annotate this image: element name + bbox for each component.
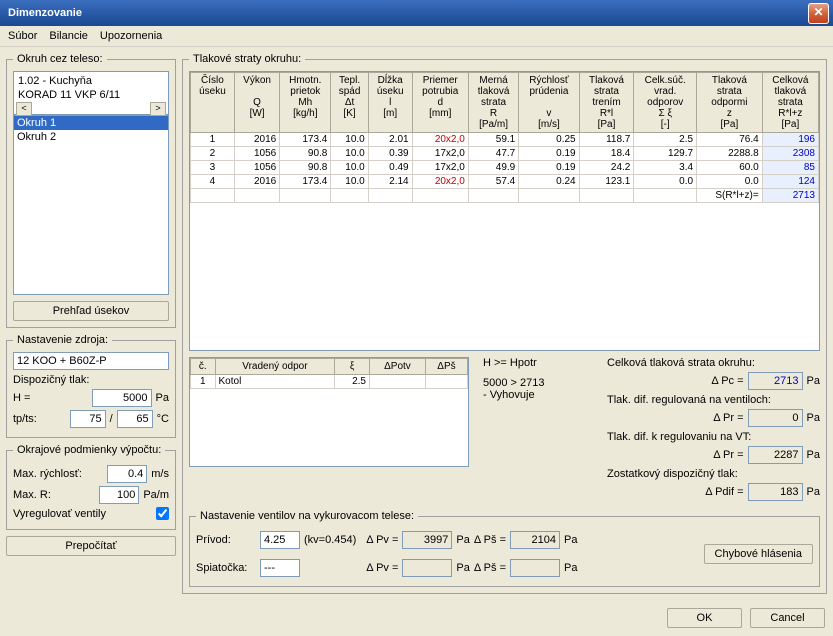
maxrychlost-label: Max. rýchlosť: — [13, 468, 82, 480]
ts-input[interactable] — [117, 410, 153, 428]
maxR-input[interactable] — [99, 486, 139, 504]
straty-group: Tlakové straty okruhu: ČísloúsekuVýkonQ[… — [182, 53, 827, 594]
ps1-output — [510, 531, 560, 549]
maxR-unit: Pa/m — [143, 489, 169, 501]
tpts-label: tp/ts: — [13, 413, 37, 425]
pr-output — [748, 409, 803, 427]
list-item-okruh2[interactable]: Okruh 2 — [14, 130, 168, 144]
menu-upozornenia[interactable]: Upozornenia — [100, 30, 162, 42]
menu-bilancie[interactable]: Bilancie — [49, 30, 88, 42]
menu-subor[interactable]: Súbor — [8, 30, 37, 42]
window-title: Dimenzovanie — [4, 7, 808, 19]
table-row[interactable]: 2105690.810.00.3917x2,047.70.1918.4129.7… — [191, 147, 819, 161]
disp-tlak-label: Dispozičný tlak: — [13, 374, 169, 386]
pdif-output — [748, 483, 803, 501]
titlebar: Dimenzovanie ✕ — [0, 0, 833, 26]
straty-legend: Tlakové straty okruhu: — [189, 53, 305, 65]
pv2-output — [402, 559, 452, 577]
table-row[interactable]: 3105690.810.00.4917x2,049.90.1924.23.460… — [191, 161, 819, 175]
prvod-input[interactable] — [260, 531, 300, 549]
v-h5: ΔPš — [425, 359, 467, 375]
v-h4: ΔPotv — [370, 359, 426, 375]
spiat-input[interactable] — [260, 559, 300, 577]
list-item-okruh1[interactable]: Okruh 1 — [14, 116, 168, 130]
okruh-list[interactable]: Okruh 1 Okruh 2 — [13, 115, 169, 295]
results-title: Celková tlaková strata okruhu: — [607, 357, 820, 369]
menubar: Súbor Bilancie Upozornenia — [0, 26, 833, 47]
zdroj-legend: Nastavenie zdroja: — [13, 334, 112, 346]
cancel-button[interactable]: Cancel — [750, 608, 825, 628]
pc-output — [748, 372, 803, 390]
info-vyhovuje: - Vyhovuje — [483, 389, 593, 401]
ok-button[interactable]: OK — [667, 608, 742, 628]
results-block: Celková tlaková strata okruhu: Δ Pc =Pa … — [607, 357, 820, 504]
vyregulovat-label: Vyregulovať ventily — [13, 508, 106, 520]
v-h2: Vradený odpor — [215, 359, 335, 375]
prehlad-usekov-button[interactable]: Prehľad úsekov — [13, 301, 169, 321]
teleso-line2: KORAD 11 VKP 6/11 — [16, 88, 166, 102]
info-hpotr: H >= Hpotr — [483, 357, 593, 369]
table-row[interactable]: 42016173.410.02.1420x2,057.40.24123.10.0… — [191, 175, 819, 189]
h-unit: Pa — [156, 392, 169, 404]
okruh-teleso-legend: Okruh cez teleso: — [13, 53, 107, 65]
vradeny-table-wrap[interactable]: č. Vradený odpor ξ ΔPotv ΔPš 1 Kotol 2.5 — [189, 357, 469, 467]
table-row[interactable]: 1 Kotol 2.5 — [191, 375, 468, 389]
okraj-group: Okrajové podmienky výpočtu: Max. rýchlos… — [6, 444, 176, 530]
teleso-selector: 1.02 - Kuchyňa KORAD 11 VKP 6/11 < > — [13, 71, 169, 115]
h-label: H = — [13, 392, 30, 404]
ventily-legend: Nastavenie ventilov na vykurovacom teles… — [196, 510, 418, 522]
v-h3: ξ — [335, 359, 370, 375]
next-teleso-button[interactable]: > — [150, 102, 166, 116]
chybove-hlasenia-button[interactable]: Chybové hlásenia — [704, 544, 813, 564]
maxR-label: Max. R: — [13, 489, 51, 501]
kv-label: (kv=0.454) — [304, 534, 356, 546]
ps2-output — [510, 559, 560, 577]
ventily-group: Nastavenie ventilov na vykurovacom teles… — [189, 510, 820, 587]
reg-title: Tlak. dif. regulovaná na ventiloch: — [607, 394, 820, 406]
info-compare: 5000 > 2713 — [483, 377, 593, 389]
tpts-unit: °C — [157, 413, 169, 425]
vt-title: Tlak. dif. k regulovaniu na VT: — [607, 431, 820, 443]
tp-input[interactable] — [70, 410, 106, 428]
okruh-teleso-group: Okruh cez teleso: 1.02 - Kuchyňa KORAD 1… — [6, 53, 176, 328]
prvod-label: Prívod: — [196, 534, 256, 546]
h-input[interactable] — [92, 389, 152, 407]
okraj-legend: Okrajové podmienky výpočtu: — [13, 444, 165, 456]
zdroj-group: Nastavenie zdroja: Dispozičný tlak: H = … — [6, 334, 176, 438]
dialog-buttons: OK Cancel — [0, 600, 833, 636]
maxrychlost-input[interactable] — [107, 465, 147, 483]
prev-teleso-button[interactable]: < — [16, 102, 32, 116]
zos-title: Zostatkový dispozičný tlak: — [607, 468, 820, 480]
zdroj-input[interactable] — [13, 352, 169, 370]
prepocitat-button[interactable]: Prepočítať — [6, 536, 176, 556]
vyregulovat-checkbox[interactable] — [156, 507, 169, 520]
v-h1: č. — [191, 359, 216, 375]
table-sum-row: S(R*l+z)=2713 — [191, 189, 819, 203]
teleso-line1: 1.02 - Kuchyňa — [16, 74, 166, 88]
table-row[interactable]: 12016173.410.02.0120x2,059.10.25118.72.5… — [191, 133, 819, 147]
maxrychlost-unit: m/s — [151, 468, 169, 480]
usek-table: ČísloúsekuVýkonQ[W]Hmotn.prietokMh[kg/h]… — [190, 72, 819, 203]
pv1-output — [402, 531, 452, 549]
spiat-label: Spiatočka: — [196, 562, 256, 574]
vradeny-table: č. Vradený odpor ξ ΔPotv ΔPš 1 Kotol 2.5 — [190, 358, 468, 389]
info-block: H >= Hpotr 5000 > 2713 - Vyhovuje — [483, 357, 593, 504]
pr2-output — [748, 446, 803, 464]
tpts-sep: / — [110, 413, 113, 425]
close-button[interactable]: ✕ — [808, 3, 829, 24]
usek-table-wrap[interactable]: ČísloúsekuVýkonQ[W]Hmotn.prietokMh[kg/h]… — [189, 71, 820, 351]
